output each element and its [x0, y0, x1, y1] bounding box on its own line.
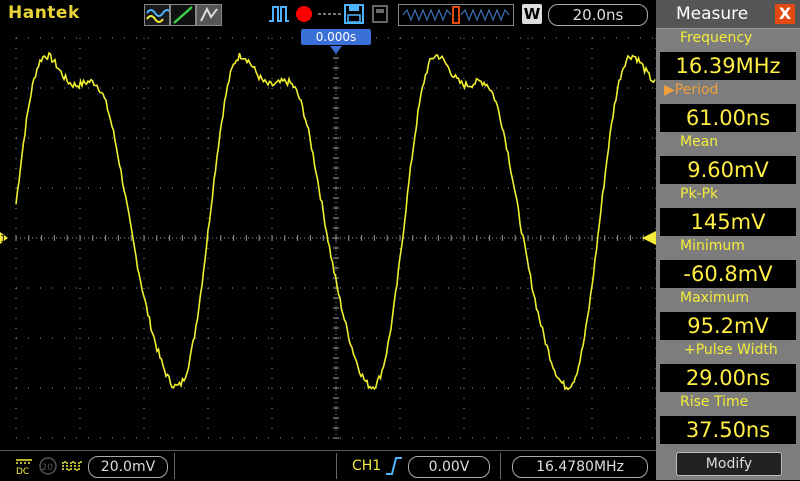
trigger-mode-icon[interactable]: [268, 4, 290, 24]
measure-item-name[interactable]: Mean: [660, 134, 796, 152]
measure-item-value: 29.00ns: [660, 364, 796, 392]
measure-item-value: 9.60mV: [660, 156, 796, 184]
measure-item-name[interactable]: Frequency: [660, 30, 796, 48]
persistence-mode-icon[interactable]: [196, 4, 222, 26]
measure-item-value: 145mV: [660, 208, 796, 236]
measure-item-value: 61.00ns: [660, 104, 796, 132]
channel1-marker-label: 1: [0, 234, 6, 245]
bandwidth-limit-icon[interactable]: 20: [38, 456, 58, 476]
measure-item-name: Period: [674, 82, 719, 98]
trigger-time-marker: [330, 46, 342, 54]
vectors-mode-icon[interactable]: [170, 4, 196, 26]
measure-item-name[interactable]: Pk-Pk: [660, 186, 796, 204]
waveform-display-icon[interactable]: [144, 4, 170, 26]
probe-pattern-icon[interactable]: [62, 458, 84, 474]
measure-header: Measure X: [656, 0, 800, 29]
frequency-counter-readout: 16.4780MHz: [512, 456, 648, 478]
pattern-icon: [318, 13, 342, 15]
measure-item-value: 95.2mV: [660, 312, 796, 340]
measure-item-name[interactable]: Maximum: [660, 290, 796, 308]
modify-button[interactable]: Modify: [676, 452, 782, 476]
rising-edge-icon[interactable]: [384, 456, 404, 476]
trigger-level-readout[interactable]: 0.00V: [408, 456, 490, 478]
memory-position-bar[interactable]: [398, 4, 514, 26]
svg-text:20: 20: [42, 463, 54, 473]
volts-per-div-readout[interactable]: 20.0mV: [88, 456, 168, 478]
measure-item-value: -60.8mV: [660, 260, 796, 288]
measure-title: Measure: [676, 4, 749, 24]
zoom-window-button[interactable]: W: [522, 4, 542, 24]
separator: [336, 453, 337, 479]
measure-item-name[interactable]: Rise Time: [660, 394, 796, 412]
svg-text:DC: DC: [16, 467, 29, 476]
selected-arrow-icon: ▶: [664, 82, 675, 98]
trigger-level-marker: [642, 231, 656, 245]
close-button[interactable]: X: [775, 4, 795, 24]
measure-item-name[interactable]: Minimum: [660, 238, 796, 256]
usb-storage-icon: [372, 5, 388, 23]
top-status-bar: Hantek W 20.0ns: [0, 0, 656, 29]
waveform-graticule: 1: [0, 37, 656, 439]
run-stop-indicator-icon[interactable]: [294, 4, 314, 24]
save-icon[interactable]: [344, 4, 364, 24]
timebase-readout[interactable]: 20.0ns: [548, 4, 648, 26]
separator: [500, 453, 501, 479]
dc-coupling-icon[interactable]: DC: [14, 456, 34, 476]
bottom-status-bar: DC 20 20.0mV CH1 0.00V 16.4780MHz: [0, 450, 656, 481]
trigger-time-label: 0.000s: [301, 29, 371, 45]
separator: [174, 453, 175, 479]
measure-item-name[interactable]: +Pulse Width: [660, 342, 796, 360]
measure-item-name-selected[interactable]: ▶Period: [660, 82, 796, 100]
oscilloscope-display[interactable]: 1: [0, 28, 656, 450]
measure-panel: Measure X Frequency 16.39MHz ▶Period 61.…: [656, 0, 800, 480]
brand-logo: Hantek: [8, 3, 80, 23]
measure-item-value: 16.39MHz: [660, 52, 796, 80]
measure-item-value: 37.50ns: [660, 416, 796, 444]
trigger-source-label: CH1: [352, 458, 382, 474]
